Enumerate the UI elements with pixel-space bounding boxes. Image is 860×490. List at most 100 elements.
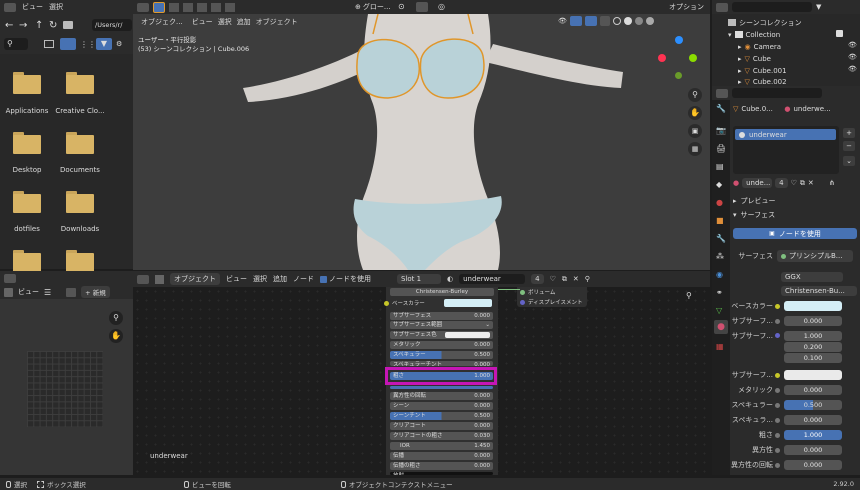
snap-icon[interactable]	[416, 2, 428, 12]
sort-icon[interactable]: ⋮⋮	[80, 40, 96, 49]
filter-settings-icon[interactable]: ⚙	[116, 40, 122, 48]
tool-icon[interactable]	[211, 2, 221, 12]
view-list-icon[interactable]	[44, 40, 54, 48]
editor-type-icon[interactable]	[137, 274, 149, 284]
constraint-tab-icon[interactable]: ⚭	[716, 288, 723, 297]
gizmo-axis-y[interactable]	[689, 54, 697, 62]
node-row-transmission-roughness[interactable]: 伝播の粗さ 0.000	[390, 462, 493, 470]
node-menu-view[interactable]: ビュー	[226, 274, 247, 284]
properties-search[interactable]	[732, 88, 822, 98]
node-row-anisotropic-rotation[interactable]: 異方性の回転 0.000	[390, 392, 493, 400]
object-tab-icon[interactable]: ■	[716, 216, 724, 225]
world-tab-icon[interactable]: ●	[716, 198, 723, 207]
checkbox-icon[interactable]	[836, 30, 843, 37]
pin-icon[interactable]: ⚲	[585, 275, 590, 283]
node-menu-add[interactable]: 追加	[273, 274, 287, 284]
data-tab-icon[interactable]: ▽	[716, 306, 722, 315]
material-slot-item[interactable]: underwear	[735, 129, 836, 140]
filter-icon[interactable]: ▼	[96, 38, 112, 50]
slot-menu-button[interactable]: ⌄	[843, 156, 855, 166]
material-icon[interactable]: ◐	[447, 275, 453, 283]
folder-icon[interactable]	[66, 250, 94, 272]
view-layer-tab-icon[interactable]: ▤	[716, 162, 724, 171]
uv-menu-view[interactable]: ビュー	[18, 287, 39, 297]
character-model[interactable]	[133, 14, 710, 270]
tool-icon[interactable]	[183, 2, 193, 12]
outliner-item[interactable]: ▸ ◉ Camera	[738, 41, 781, 52]
duplicate-icon[interactable]: ⧉	[800, 179, 805, 188]
anisotropic-rotation-value[interactable]: 0.000	[784, 460, 842, 470]
material-users-count[interactable]: 4	[775, 178, 788, 188]
proportional-icon[interactable]: ◎	[438, 2, 445, 11]
new-image-button[interactable]: + 新規	[81, 286, 110, 298]
node-menu-select[interactable]: 選択	[253, 274, 267, 284]
node-row-subsurface[interactable]: サブサーフェス 0.000	[390, 312, 493, 320]
node-row-metallic[interactable]: メタリック 0.000	[390, 341, 493, 349]
image-browse-icon[interactable]	[66, 287, 77, 297]
back-arrow-icon[interactable]: ←	[5, 20, 13, 31]
node-row-transmission[interactable]: 伝播 0.000	[390, 452, 493, 460]
gizmo-axis-x[interactable]	[658, 54, 666, 62]
anisotropic-value[interactable]: 0.000	[784, 445, 842, 455]
node-row-clearcoat-roughness[interactable]: クリアコートの粗さ 0.030	[390, 432, 493, 440]
render-tab-icon[interactable]: 📷	[716, 126, 726, 135]
folder-icon[interactable]	[66, 132, 94, 154]
filter-icon[interactable]: ▼	[816, 3, 821, 11]
outliner-item[interactable]: ▾ Collection	[728, 29, 780, 40]
material-browse-icon[interactable]: ●	[733, 179, 739, 187]
unlink-icon[interactable]: ✕	[808, 179, 814, 187]
folder-icon[interactable]	[66, 72, 94, 94]
physics-tab-icon[interactable]: ◉	[716, 270, 723, 279]
uv-mode-icon[interactable]	[4, 287, 13, 297]
socket-icon[interactable]	[384, 300, 389, 306]
use-nodes-toggle[interactable]: ノードを使用	[320, 274, 371, 284]
unlink-icon[interactable]: ✕	[573, 275, 579, 283]
editor-type-icon[interactable]	[716, 88, 728, 98]
pivot-icon[interactable]: ⊙	[398, 2, 405, 11]
modifier-tab-icon[interactable]: 🔧	[716, 234, 726, 243]
zoom-icon[interactable]: ⚲	[688, 88, 702, 102]
material-context-name[interactable]: underwe...	[794, 105, 831, 113]
zoom-icon[interactable]: ⚲	[109, 311, 123, 325]
node-row-subsurface-color[interactable]: サブサーフェス色	[390, 331, 493, 339]
menu-view[interactable]: ビュー	[22, 2, 43, 12]
add-slot-button[interactable]: +	[843, 128, 855, 138]
node-base-color-swatch[interactable]	[444, 299, 492, 307]
object-name[interactable]: Cube.0...	[741, 105, 781, 113]
folder-icon[interactable]	[13, 132, 41, 154]
material-name-field[interactable]: unde...	[742, 178, 773, 188]
editor-type-icon[interactable]	[4, 2, 16, 12]
distribution-dropdown[interactable]: GGX	[781, 272, 843, 282]
editor-type-icon[interactable]	[4, 273, 16, 283]
roughness-value[interactable]: 1.000	[784, 430, 842, 440]
visibility-icon[interactable]: 👁	[848, 65, 857, 73]
hamburger-icon[interactable]: ☰	[44, 288, 51, 297]
camera-view-icon[interactable]: ▣	[688, 124, 702, 138]
tool-icon[interactable]	[197, 2, 207, 12]
node-menu-node[interactable]: ノード	[293, 274, 314, 284]
forward-arrow-icon[interactable]: →	[19, 20, 27, 31]
radius-z-value[interactable]: 0.100	[784, 353, 842, 363]
scene-collection-row[interactable]: シーンコレクション	[728, 17, 802, 28]
shader-type-icon[interactable]	[155, 274, 164, 284]
node-link-icon[interactable]: ⋔	[829, 179, 835, 187]
tool-icon[interactable]	[169, 2, 179, 12]
base-color-swatch[interactable]	[784, 301, 842, 311]
pan-hand-icon[interactable]: ✋	[688, 106, 702, 120]
surface-panel-header[interactable]: ▾ サーフェス	[733, 210, 775, 220]
preview-panel-header[interactable]: ▸ プレビュー	[733, 196, 776, 206]
options-dropdown[interactable]: オプション	[669, 2, 704, 12]
radius-y-value[interactable]: 0.200	[784, 342, 842, 352]
new-folder-icon[interactable]	[63, 21, 73, 29]
refresh-icon[interactable]: ↻	[49, 20, 57, 31]
texture-tab-icon[interactable]: ▦	[716, 342, 724, 351]
path-field[interactable]: /Users/r/	[92, 19, 132, 31]
subsurface-value[interactable]: 0.000	[784, 316, 842, 326]
material-tab-icon[interactable]: ●	[714, 320, 728, 334]
fake-user-icon[interactable]: ♡	[550, 275, 556, 283]
duplicate-icon[interactable]: ⧉	[562, 275, 567, 284]
material-users[interactable]: 4	[531, 274, 544, 284]
material-name-field[interactable]: underwear	[459, 274, 526, 284]
gizmo-axis-neg[interactable]	[675, 72, 682, 79]
select-tool-icon[interactable]	[153, 1, 165, 13]
